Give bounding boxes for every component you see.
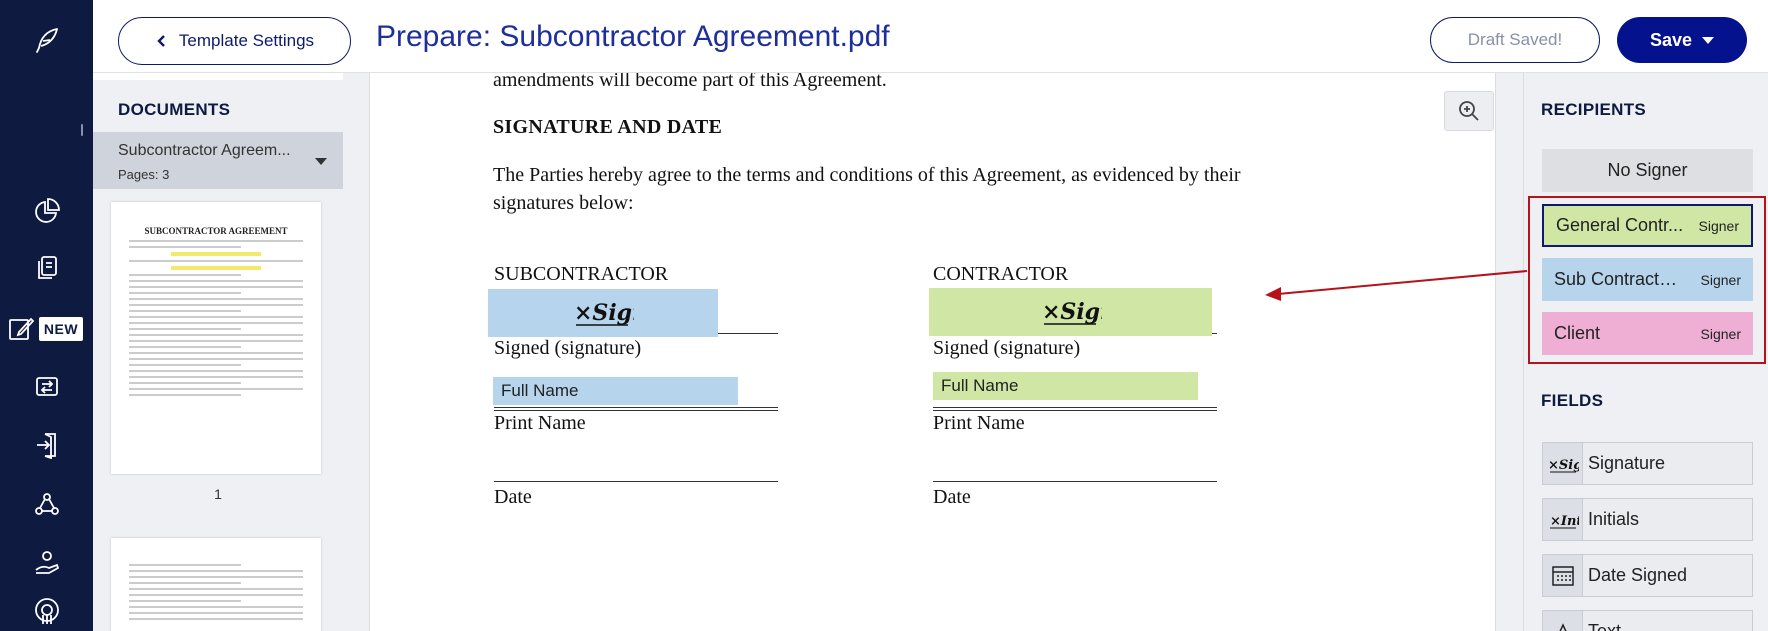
svg-text:×Sign: ×Sign [574,300,634,326]
caret-down-icon[interactable] [315,158,327,165]
print-name-label: Print Name [494,412,586,434]
no-signer-button[interactable]: No Signer [1542,149,1753,192]
field-date-signed-button[interactable]: Date Signed [1542,554,1753,597]
print-name-line [933,407,1217,411]
template-settings-label: Template Settings [178,31,315,50]
signed-label: Signed (signature) [494,337,642,359]
chevron-left-icon [157,35,165,47]
top-header: Template Settings Prepare: Subcontractor… [93,0,1768,73]
date-label: Date [933,486,971,508]
field-initials-button[interactable]: ×Int Initials [1542,498,1753,541]
signature-icon: ×Sign [574,300,634,326]
calendar-icon [1543,555,1583,596]
annotation-highlight-box [1528,196,1766,364]
nav-scroll-marker [81,124,83,136]
page-thumbnail-1[interactable]: SUBCONTRACTOR AGREEMENT [111,202,321,474]
initials-icon: ×Int [1543,499,1583,540]
exit-door-icon[interactable] [0,425,93,465]
subcontractor-heading: SUBCONTRACTOR [494,263,669,285]
feather-logo-icon[interactable] [0,20,93,60]
new-badge: NEW [39,317,83,341]
document-pages: Pages: 3 [118,167,170,182]
signature-icon: ×Sign [1543,443,1583,484]
save-button[interactable]: Save [1617,17,1747,63]
app-root: NEW Template Settings Prepare: Subcontra… [0,0,1768,631]
document-viewer: amendments will become part of this Agre… [343,73,1523,631]
subcontractor-signature-field[interactable]: ×Sign [488,289,718,337]
pie-chart-icon[interactable] [0,191,93,231]
left-nav: NEW [0,0,93,631]
thumbnail-title: SUBCONTRACTOR AGREEMENT [144,226,288,236]
contractor-signature-field[interactable]: ×Sign [929,288,1212,336]
caret-down-icon[interactable] [1702,36,1715,44]
print-name-label: Print Name [933,412,1025,434]
date-line [933,481,1217,482]
documents-heading: DOCUMENTS [118,100,231,119]
field-label: Initials [1588,509,1640,529]
documents-icon[interactable] [0,248,93,288]
document-name: Subcontractor Agreem... [118,142,291,159]
signature-icon: ×Sign [1042,299,1102,325]
page-body-line-2: signatures below: [493,192,634,214]
field-label: Text [1588,621,1622,631]
document-selector[interactable]: Subcontractor Agreem... Pages: 3 [93,132,343,189]
zoom-in-icon [1459,101,1479,121]
document-page: amendments will become part of this Agre… [369,73,1496,631]
subcontractor-full-name-field[interactable]: Full Name [493,377,738,405]
text-icon [1543,611,1583,631]
page-text-top: amendments will become part of this Agre… [493,73,887,91]
zoom-in-button[interactable] [1444,91,1494,131]
right-panel: RECIPIENTS No Signer General Contr... Si… [1523,73,1768,631]
documents-panel: DOCUMENTS Subcontractor Agreem... Pages:… [93,80,343,631]
draft-saved-button[interactable]: Draft Saved! [1430,17,1600,63]
field-label: Signature [1588,453,1666,473]
page-thumbnail-2[interactable] [111,538,321,631]
date-label: Date [494,486,532,508]
field-label: Date Signed [1588,565,1688,585]
section-heading: SIGNATURE AND DATE [493,116,723,138]
recipients-heading: RECIPIENTS [1541,100,1647,119]
page-title: Prepare: Subcontractor Agreement.pdf [376,20,890,53]
svg-text:×Sign: ×Sign [1042,299,1102,325]
print-name-line [494,407,778,411]
network-icon[interactable] [0,484,93,524]
contractor-full-name-field[interactable]: Full Name [933,372,1198,400]
signed-label: Signed (signature) [933,337,1081,359]
lifebuoy-icon[interactable] [0,590,93,630]
field-signature-button[interactable]: ×Sign Signature [1542,442,1753,485]
contractor-heading: CONTRACTOR [933,263,1069,285]
svg-text:×Sign: ×Sign [1548,458,1579,473]
field-text-button[interactable]: Text [1542,610,1753,631]
svg-text:×Int: ×Int [1550,514,1579,529]
date-line [494,481,778,482]
page-number: 1 [214,486,222,502]
page-body-line-1: The Parties hereby agree to the terms an… [493,164,1241,186]
fields-heading: FIELDS [1541,391,1604,410]
hand-icon[interactable] [0,542,93,582]
transfer-icon[interactable] [0,367,93,407]
template-settings-button[interactable]: Template Settings [118,17,351,65]
save-label: Save [1649,29,1693,50]
